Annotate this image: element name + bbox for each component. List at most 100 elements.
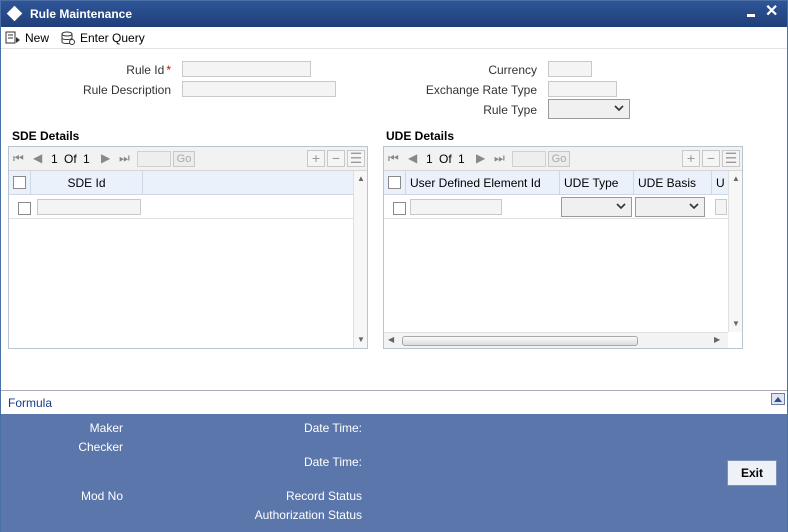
- scroll-down-icon[interactable]: ▼: [357, 335, 365, 344]
- ude-basis-select[interactable]: [635, 197, 705, 217]
- row-checkbox[interactable]: [18, 202, 31, 215]
- record-status-label: Record Status: [285, 489, 362, 503]
- enter-query-label: Enter Query: [80, 31, 145, 45]
- chevron-down-icon: [689, 203, 699, 210]
- rule-type-label: Rule Type: [483, 103, 537, 117]
- ude-vertical-scrollbar[interactable]: ▲ ▼: [728, 171, 742, 332]
- rule-id-label: Rule Id *: [61, 63, 171, 77]
- ude-type-header: UDE Type: [560, 171, 634, 194]
- ude-select-all-checkbox[interactable]: [388, 176, 401, 189]
- formula-link[interactable]: Formula: [8, 396, 52, 410]
- sde-single-view-icon[interactable]: ☰: [347, 150, 365, 167]
- scroll-left-icon[interactable]: ◀: [388, 335, 394, 344]
- ude-grid-header: User Defined Element Id UDE Type UDE Bas…: [384, 171, 728, 195]
- scroll-up-icon[interactable]: ▲: [357, 174, 365, 183]
- formula-bar: Formula: [1, 390, 787, 414]
- ude-page-total: 1: [458, 152, 465, 166]
- ude-details-grid: ⏮ ◀ 1 Of 1 ▶ ⏭ Go + − ☰ User Defined Ele…: [383, 146, 743, 349]
- sde-page-total: 1: [83, 152, 90, 166]
- expand-icon[interactable]: [771, 393, 785, 405]
- ude-extra-input[interactable]: [715, 199, 727, 215]
- scroll-thumb[interactable]: [402, 336, 638, 346]
- row-checkbox[interactable]: [393, 202, 406, 215]
- rule-description-label: Rule Description: [82, 83, 171, 97]
- next-page-icon[interactable]: ▶: [101, 151, 110, 165]
- exchange-rate-type-label: Exchange Rate Type: [425, 83, 537, 97]
- ude-details-title: UDE Details: [386, 129, 455, 143]
- required-marker: *: [166, 63, 171, 77]
- sde-vertical-scrollbar[interactable]: ▲ ▼: [353, 171, 367, 348]
- rule-description-input[interactable]: [182, 81, 336, 97]
- exit-button[interactable]: Exit: [727, 460, 777, 486]
- scroll-up-icon[interactable]: ▲: [732, 174, 740, 183]
- ude-pager: ⏮ ◀ 1 Of 1 ▶ ⏭ Go + − ☰: [384, 147, 742, 171]
- sde-pager: ⏮ ◀ 1 Of 1 ▶ ⏭ Go + − ☰: [9, 147, 367, 171]
- first-page-icon[interactable]: ⏮: [13, 151, 24, 166]
- table-row: [9, 195, 353, 219]
- title-bar: Rule Maintenance ✕: [1, 1, 787, 27]
- ude-delete-row-icon[interactable]: −: [702, 150, 720, 167]
- window-title: Rule Maintenance: [30, 7, 133, 21]
- rule-type-select[interactable]: [548, 99, 630, 119]
- last-page-icon[interactable]: ⏭: [119, 151, 130, 166]
- sde-details-title: SDE Details: [12, 129, 80, 143]
- sde-id-header: SDE Id: [31, 171, 143, 195]
- first-page-icon[interactable]: ⏮: [388, 151, 399, 166]
- ude-select-all-cell: [384, 171, 406, 194]
- scroll-down-icon[interactable]: ▼: [732, 319, 740, 328]
- maker-label: Maker: [89, 421, 123, 435]
- sde-select-all-checkbox[interactable]: [13, 176, 26, 189]
- next-page-icon[interactable]: ▶: [476, 151, 485, 165]
- enter-query-button[interactable]: Enter Query: [60, 30, 145, 46]
- currency-input[interactable]: [548, 61, 592, 77]
- new-label: New: [25, 31, 50, 45]
- rule-id-input[interactable]: [182, 61, 311, 77]
- sde-page-of: Of: [64, 152, 77, 166]
- sde-delete-row-icon[interactable]: −: [327, 150, 345, 167]
- rule-maintenance-window: Rule Maintenance ✕ New Enter Query Rule …: [0, 0, 788, 532]
- sde-id-input[interactable]: [37, 199, 141, 215]
- ude-element-id-input[interactable]: [410, 199, 502, 215]
- ude-go-button[interactable]: Go: [548, 151, 570, 167]
- audit-footer: Maker Checker Mod No Date Time: Date Tim…: [1, 414, 787, 532]
- new-button[interactable]: New: [5, 30, 49, 46]
- sde-go-button[interactable]: Go: [173, 151, 195, 167]
- ude-basis-header: UDE Basis: [634, 171, 712, 194]
- rule-id-label-text: Rule Id: [126, 63, 165, 77]
- ude-element-id-header: User Defined Element Id: [406, 171, 560, 194]
- chevron-down-icon: [616, 203, 626, 210]
- ude-page-current: 1: [426, 152, 433, 166]
- scroll-right-icon[interactable]: ▶: [714, 335, 720, 344]
- ude-horizontal-scrollbar[interactable]: ◀ ▶: [384, 332, 728, 348]
- minimize-icon[interactable]: [746, 9, 756, 19]
- prev-page-icon[interactable]: ◀: [33, 151, 42, 165]
- ude-type-select[interactable]: [561, 197, 632, 217]
- authorization-status-label: Authorization Status: [254, 508, 362, 522]
- ude-extra-header: U: [716, 176, 725, 190]
- prev-page-icon[interactable]: ◀: [408, 151, 417, 165]
- checker-date-time-label: Date Time:: [303, 455, 362, 469]
- ude-page-input[interactable]: [512, 151, 546, 167]
- ude-single-view-icon[interactable]: ☰: [722, 150, 740, 167]
- sde-select-all-cell: [9, 171, 31, 195]
- close-icon[interactable]: ✕: [765, 4, 778, 20]
- ude-add-row-icon[interactable]: +: [682, 150, 700, 167]
- exchange-rate-type-input[interactable]: [548, 81, 617, 97]
- mod-no-label: Mod No: [80, 489, 123, 503]
- table-row: [384, 195, 728, 219]
- sde-add-row-icon[interactable]: +: [307, 150, 325, 167]
- new-icon: [5, 31, 20, 44]
- toolbar: New Enter Query: [1, 27, 787, 49]
- database-query-icon: [61, 31, 75, 45]
- last-page-icon[interactable]: ⏭: [494, 151, 505, 166]
- sde-page-current: 1: [51, 152, 58, 166]
- currency-label: Currency: [488, 63, 537, 77]
- checker-label: Checker: [78, 440, 123, 454]
- sde-details-grid: ⏮ ◀ 1 Of 1 ▶ ⏭ Go + − ☰ SDE Id ▲ ▼: [8, 146, 368, 349]
- window-diamond-icon: [6, 5, 23, 22]
- ude-page-of: Of: [439, 152, 452, 166]
- maker-date-time-label: Date Time:: [303, 421, 362, 435]
- chevron-down-icon: [614, 105, 624, 112]
- sde-page-input[interactable]: [137, 151, 171, 167]
- sde-grid-header: SDE Id: [9, 171, 353, 195]
